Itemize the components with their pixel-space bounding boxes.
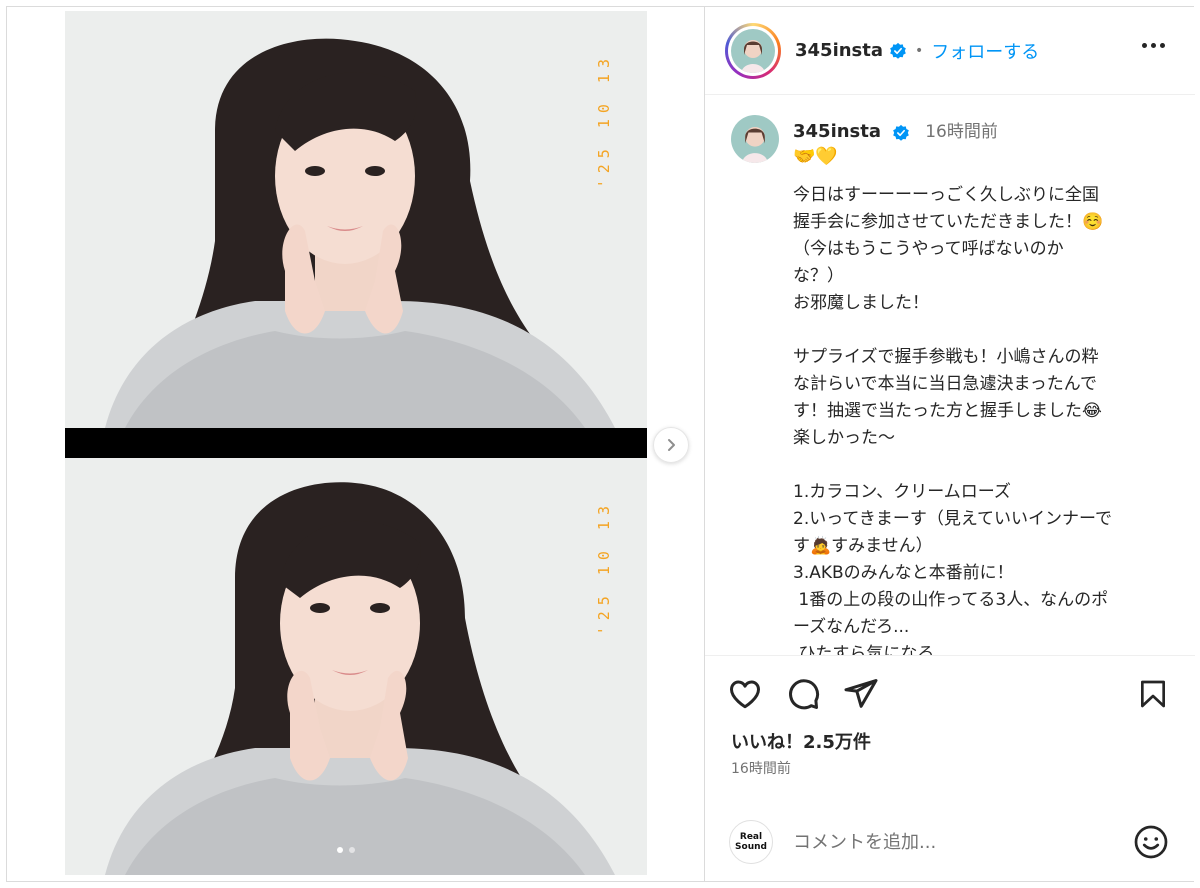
caption-time: 16時間前: [925, 122, 998, 142]
post-media: '25 10 13 '25 10 13: [7, 7, 704, 881]
chevron-right-icon: [668, 439, 675, 451]
likes-count[interactable]: いいね！2.5万件: [731, 728, 871, 754]
carousel-next-button[interactable]: [653, 427, 689, 463]
header-separator: •: [915, 42, 924, 59]
follow-button[interactable]: フォローする: [931, 38, 1039, 64]
avatar[interactable]: [725, 22, 781, 79]
post-actions: いいね！2.5万件 16時間前 Real Sound: [705, 655, 1195, 881]
verified-badge-icon: [893, 124, 909, 141]
comment-row: Real Sound: [705, 806, 1195, 878]
emoji-icon[interactable]: [1133, 824, 1169, 860]
post-timestamp: 16時間前: [731, 761, 791, 777]
post-side-panel: 345insta • フォローする 345insta 16時間前 🤝💛 今日はす…: [704, 7, 1195, 881]
caption-avatar[interactable]: [731, 115, 779, 163]
carousel-dot-active: [337, 847, 343, 853]
header-username[interactable]: 345insta: [795, 40, 883, 61]
bookmark-icon[interactable]: [1137, 678, 1169, 710]
caption-username[interactable]: 345insta: [793, 121, 881, 142]
logo-text-line1: Real: [739, 832, 763, 842]
carousel-dots: [337, 847, 355, 853]
photo-bottom: '25 10 13: [65, 458, 647, 875]
date-stamp-top: '25 10 13: [595, 53, 613, 189]
instagram-post: '25 10 13 '25 10 13 345insta • フォローする 34…: [6, 6, 1195, 882]
photo-top: '25 10 13: [65, 11, 647, 428]
comment-input[interactable]: [793, 831, 1113, 853]
caption-text: 今日はすーーーーっごく久しぶりに全国 握手会に参加させていただきました！☺️ （…: [793, 185, 1112, 655]
commenter-avatar: Real Sound: [729, 820, 773, 864]
post-header: 345insta • フォローする: [705, 7, 1195, 95]
logo-text-line2: Sound: [735, 842, 767, 852]
share-icon[interactable]: [843, 676, 879, 712]
comment-icon[interactable]: [785, 676, 821, 712]
photo-strip[interactable]: '25 10 13 '25 10 13: [65, 11, 647, 875]
caption-emoji-line: 🤝💛: [793, 146, 838, 167]
action-row: [727, 676, 879, 712]
verified-badge-icon: [890, 42, 906, 59]
photo-divider: [65, 428, 647, 458]
heart-icon[interactable]: [727, 676, 763, 712]
more-options-icon[interactable]: [1142, 43, 1165, 48]
caption-area[interactable]: 345insta 16時間前 🤝💛 今日はすーーーーっごく久しぶりに全国 握手会…: [705, 95, 1195, 655]
caption-header: 345insta 16時間前 🤝💛: [731, 115, 1171, 168]
date-stamp-bottom: '25 10 13: [595, 500, 613, 636]
carousel-dot: [349, 847, 355, 853]
avatar-image: [731, 28, 775, 73]
